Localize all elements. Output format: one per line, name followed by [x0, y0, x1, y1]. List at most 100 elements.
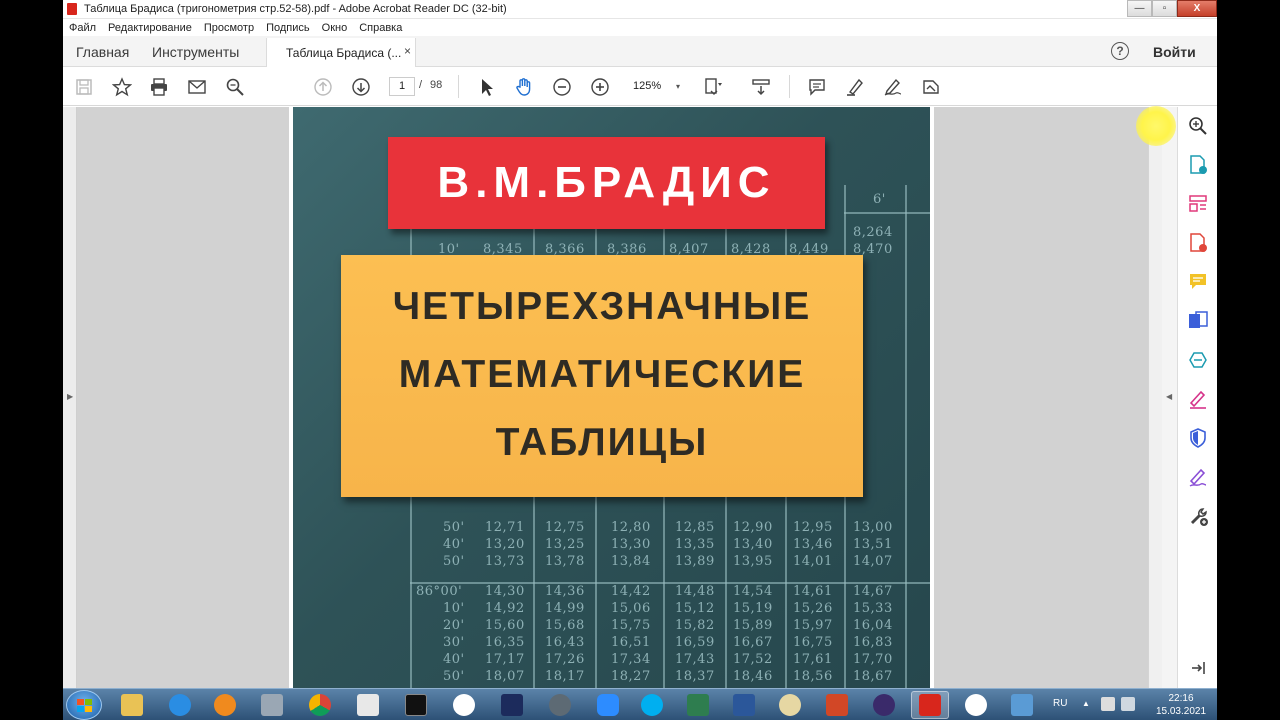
expand-left-icon: ▶: [67, 392, 74, 401]
collapse-right-icon: ◀: [1166, 392, 1173, 401]
taskbar-mic[interactable]: [541, 691, 579, 719]
taskbar-app2[interactable]: [679, 691, 717, 719]
page-number-input[interactable]: 1: [389, 77, 415, 96]
show-hidden-icons[interactable]: ▲: [1082, 699, 1090, 708]
draw-tool-icon[interactable]: [882, 76, 904, 98]
bg-table-cell: 18,37: [675, 669, 715, 684]
clock-time: 22:16: [1168, 693, 1194, 704]
taskbar-app4[interactable]: [1003, 691, 1041, 719]
yandex-icon: [965, 694, 987, 716]
right-panel-toggle[interactable]: ◀: [1162, 107, 1177, 688]
powerpoint-icon: [826, 694, 848, 716]
menu-bar: Файл Редактирование Просмотр Подпись Окн…: [63, 19, 1217, 36]
bg-table-cell: 18,27: [611, 669, 651, 684]
taskbar-zoom[interactable]: [589, 691, 627, 719]
comment-tool-icon[interactable]: [1187, 271, 1209, 293]
select-cursor-icon[interactable]: [476, 76, 498, 98]
help-icon[interactable]: ?: [1111, 42, 1129, 60]
zoom-search-icon[interactable]: [1187, 115, 1209, 137]
tab-document[interactable]: Таблица Брадиса (... ×: [266, 38, 416, 68]
menu-sign[interactable]: Подпись: [266, 22, 310, 34]
minimize-button[interactable]: —: [1127, 0, 1152, 17]
start-button[interactable]: [66, 690, 102, 720]
document-viewport[interactable]: ▶ 6' 8,264 8,470 50' 12,71 12,75 12,80 12,85…: [63, 107, 1177, 688]
edit-pdf-icon[interactable]: [1187, 349, 1209, 371]
search-icon[interactable]: [224, 76, 246, 98]
clock[interactable]: 22:16 15.03.2021: [1155, 692, 1207, 718]
export-pdf-icon[interactable]: [1187, 154, 1209, 176]
fit-page-icon[interactable]: [702, 76, 724, 98]
menu-file[interactable]: Файл: [69, 22, 96, 34]
create-pdf-icon[interactable]: [1187, 232, 1209, 254]
prev-page-icon[interactable]: [312, 76, 334, 98]
print-icon[interactable]: [148, 76, 170, 98]
next-page-icon[interactable]: [350, 76, 372, 98]
bg-table-cell: 14,42: [611, 584, 651, 599]
highlight-pen-icon[interactable]: [844, 76, 866, 98]
taskbar-word[interactable]: [725, 691, 763, 719]
fill-sign-icon[interactable]: [1187, 388, 1209, 410]
bg-table-cell: 14,54: [733, 584, 773, 599]
taskbar-abc[interactable]: [349, 691, 387, 719]
maximize-button[interactable]: ▫: [1152, 0, 1177, 17]
zoom-select[interactable]: 125% ▾: [626, 77, 686, 96]
send-signature-icon[interactable]: [1187, 466, 1209, 488]
bg-table-cell: 15,68: [545, 618, 585, 633]
comment-icon[interactable]: [806, 76, 828, 98]
hand-tool-icon[interactable]: [513, 76, 535, 98]
title-line-3: ТАБЛИЦЫ: [495, 421, 709, 464]
taskbar-kmplayer[interactable]: [493, 691, 531, 719]
star-icon[interactable]: [111, 76, 133, 98]
taskbar-media[interactable]: [206, 691, 244, 719]
taskbar-paint[interactable]: [771, 691, 809, 719]
acrobat-icon: [919, 694, 941, 716]
tab-home[interactable]: Главная: [76, 44, 129, 60]
close-window-button[interactable]: X: [1177, 0, 1217, 17]
vertical-scrollbar[interactable]: [1148, 107, 1162, 688]
zoom-app-icon: [597, 694, 619, 716]
combine-files-icon[interactable]: [1187, 310, 1209, 332]
network-icon[interactable]: [1121, 697, 1135, 711]
menu-edit[interactable]: Редактирование: [108, 22, 192, 34]
close-tab-icon[interactable]: ×: [404, 44, 411, 58]
taskbar-chrome[interactable]: [301, 691, 339, 719]
bg-table-cell: 16,83: [853, 635, 893, 650]
collapse-panel-icon[interactable]: [1187, 657, 1209, 679]
left-panel-toggle[interactable]: ▶: [63, 107, 77, 688]
scroll-mode-icon[interactable]: [750, 76, 772, 98]
more-tools-icon[interactable]: [1187, 505, 1209, 527]
bg-table-cell: 15,06: [611, 601, 651, 616]
taskbar-app3[interactable]: [865, 691, 903, 719]
zoom-out-icon[interactable]: [551, 76, 573, 98]
taskbar-explorer[interactable]: [113, 691, 151, 719]
taskbar-ie[interactable]: [161, 691, 199, 719]
tab-tools[interactable]: Инструменты: [152, 44, 239, 60]
share-sign-icon[interactable]: [920, 76, 942, 98]
menu-view[interactable]: Просмотр: [204, 22, 254, 34]
taskbar-cmd[interactable]: [397, 691, 435, 719]
window-app-icon: [687, 694, 709, 716]
taskbar-powerpoint[interactable]: [818, 691, 856, 719]
language-indicator[interactable]: RU: [1053, 698, 1067, 709]
organize-pages-icon[interactable]: [1187, 193, 1209, 215]
menu-window[interactable]: Окно: [322, 22, 348, 34]
taskbar-acrobat[interactable]: [911, 691, 949, 719]
save-icon[interactable]: [73, 76, 95, 98]
taskbar-calculator[interactable]: [253, 691, 291, 719]
taskbar-yandex[interactable]: [957, 691, 995, 719]
mail-icon[interactable]: [186, 76, 208, 98]
bg-table-cell: 12,90: [733, 520, 773, 535]
chevron-down-icon: ▾: [675, 82, 680, 91]
word-icon: [733, 694, 755, 716]
bg-table-cell: 12,71: [485, 520, 525, 535]
ie-icon: [169, 694, 191, 716]
window-controls: — ▫ X: [1127, 0, 1217, 17]
volume-muted-icon[interactable]: [1101, 697, 1115, 711]
zoom-in-icon[interactable]: [589, 76, 611, 98]
protect-shield-icon[interactable]: [1187, 427, 1209, 449]
bg-table-cell: 13,46: [793, 537, 833, 552]
signin-button[interactable]: Войти: [1153, 44, 1196, 60]
taskbar-app[interactable]: [445, 691, 483, 719]
taskbar-skype[interactable]: [633, 691, 671, 719]
menu-help[interactable]: Справка: [359, 22, 402, 34]
